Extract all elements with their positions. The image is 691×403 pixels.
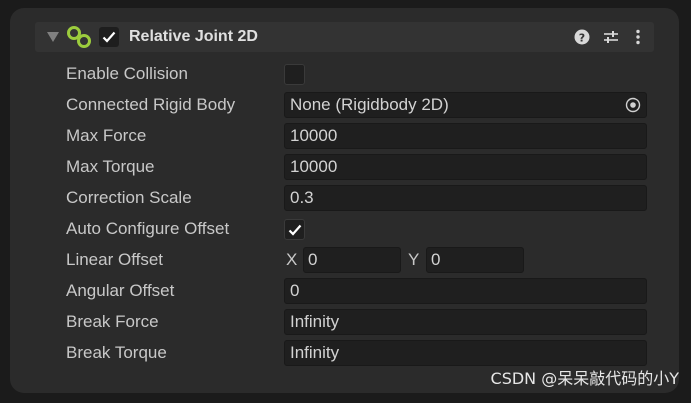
break-force-input[interactable]: Infinity [284, 309, 647, 335]
auto-configure-offset-row: Auto Configure Offset [10, 216, 679, 242]
svg-text:?: ? [579, 32, 585, 45]
relative-joint-2d-icon [67, 26, 91, 48]
break-force-row: Break Force Infinity [10, 309, 679, 335]
checkmark-icon [102, 31, 116, 43]
component-enabled-checkbox[interactable] [99, 27, 119, 47]
break-torque-row: Break Torque Infinity [10, 340, 679, 366]
max-torque-label: Max Torque [66, 157, 155, 176]
auto-configure-offset-checkbox[interactable] [284, 219, 305, 240]
connected-rigid-body-field[interactable]: None (Rigidbody 2D) [284, 92, 647, 118]
correction-scale-label: Correction Scale [66, 188, 192, 207]
inspector-panel: Relative Joint 2D ? Enable Collision Con… [10, 8, 679, 393]
angular-offset-label: Angular Offset [66, 281, 175, 300]
max-force-label: Max Force [66, 126, 147, 145]
angular-offset-row: Angular Offset 0 [10, 278, 679, 304]
watermark: CSDN @呆呆敲代码的小Y [490, 369, 679, 388]
correction-scale-row: Correction Scale 0.3 [10, 185, 679, 211]
break-torque-label: Break Torque [66, 343, 167, 362]
correction-scale-input[interactable]: 0.3 [284, 185, 647, 211]
max-force-input[interactable]: 10000 [284, 123, 647, 149]
linear-offset-x-input[interactable]: 0 [303, 247, 401, 273]
angular-offset-input[interactable]: 0 [284, 278, 647, 304]
question-mark-circle-icon[interactable]: ? [573, 28, 591, 46]
kebab-menu-icon[interactable] [629, 28, 647, 46]
linear-offset-label: Linear Offset [66, 250, 164, 269]
component-header[interactable]: Relative Joint 2D ? [35, 22, 654, 52]
object-picker-icon[interactable] [624, 96, 642, 114]
linear-offset-row: Linear Offset X 0 Y 0 [10, 247, 679, 273]
max-torque-row: Max Torque 10000 [10, 154, 679, 180]
break-torque-input[interactable]: Infinity [284, 340, 647, 366]
checkmark-icon [288, 224, 301, 236]
linear-offset-y-input[interactable]: 0 [426, 247, 524, 273]
triangle-down-icon[interactable] [47, 32, 59, 42]
break-force-label: Break Force [66, 312, 159, 331]
connected-rigid-body-row: Connected Rigid Body None (Rigidbody 2D) [10, 92, 679, 118]
max-force-row: Max Force 10000 [10, 123, 679, 149]
enable-collision-checkbox[interactable] [284, 64, 305, 85]
max-torque-input[interactable]: 10000 [284, 154, 647, 180]
component-title: Relative Joint 2D [129, 28, 258, 45]
auto-configure-offset-label: Auto Configure Offset [66, 219, 230, 238]
connected-rigid-body-label: Connected Rigid Body [66, 95, 236, 114]
sliders-icon[interactable] [602, 28, 620, 46]
linear-offset-y-label: Y [408, 250, 420, 269]
enable-collision-label: Enable Collision [66, 64, 188, 83]
linear-offset-x-label: X [286, 250, 298, 269]
enable-collision-row: Enable Collision [10, 61, 679, 87]
connected-rigid-body-value: None (Rigidbody 2D) [290, 95, 449, 114]
